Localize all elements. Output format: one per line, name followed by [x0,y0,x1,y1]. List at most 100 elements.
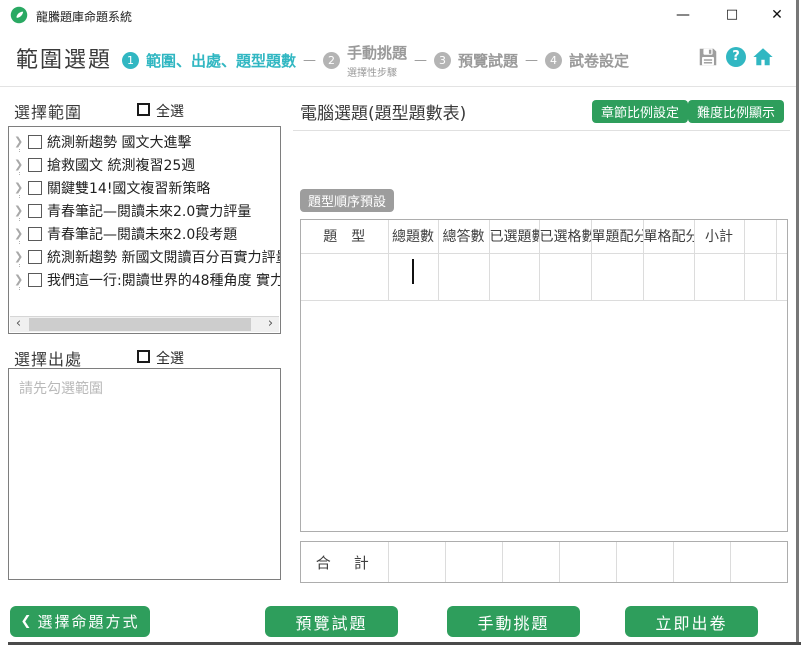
back-to-method-button[interactable]: ❮ 選擇命題方式 [10,606,150,637]
app-logo-icon [10,6,28,24]
range-item-checkbox[interactable] [28,181,42,195]
step-1-label: 範圍、出處、題型題數 [146,50,296,71]
generate-exam-button[interactable]: 立即出卷 [625,606,758,637]
table-header-row: 題 型 總題數 總答數 已選題數 已選格數 單題配分 單格配分 小計 [301,220,787,253]
range-item-checkbox[interactable] [28,204,42,218]
expand-chevron-icon[interactable]: ❯ [14,245,27,268]
step-3-circle: 3 [434,52,451,69]
range-tree-item[interactable]: ❯ 搶救國文 統測複習25週 [9,153,280,176]
difficulty-ratio-button[interactable]: 難度比例顯示 [688,100,784,123]
range-select-all-checkbox[interactable] [137,103,150,116]
header-divider [0,86,796,87]
total-cell [559,542,616,582]
total-row: 合 計 [301,542,787,582]
expand-chevron-icon[interactable]: ❯ [14,176,27,199]
range-tree-item[interactable]: ❯ 青春筆記—閱讀未來2.0實力評量 [9,199,280,222]
range-select-all-label: 全選 [156,101,184,121]
range-panel-title: 選擇範圍 [14,99,82,123]
col-header-subtotal: 小計 [694,220,744,253]
source-select-all-checkbox[interactable] [137,350,150,363]
total-cell [730,542,787,582]
range-tree-item[interactable]: ❯ 青春筆記—閱讀未來2.0段考題 [9,222,280,245]
minimize-button[interactable]: — [672,6,694,24]
expand-chevron-icon[interactable]: ❯ [14,153,27,176]
cell-type[interactable] [301,253,388,300]
expand-chevron-icon[interactable]: ❯ [14,130,27,153]
cell-points-per-cell[interactable] [643,253,694,300]
expand-chevron-icon[interactable]: ❯ [14,222,27,245]
question-type-table: 題 型 總題數 總答數 已選題數 已選格數 單題配分 單格配分 小計 [300,219,788,532]
back-chevron-icon: ❮ [21,614,32,629]
cell-points-per-question[interactable] [591,253,643,300]
table-data-row [301,253,787,300]
step-2-circle: 2 [323,52,340,69]
range-item-checkbox[interactable] [28,135,42,149]
range-tree: ❯ 統測新趨勢 國文大進擊 ❯ 搶救國文 統測複習25週 ❯ 關鍵雙14!國文複… [8,126,281,334]
main-panel-divider [293,130,790,131]
range-item-checkbox[interactable] [28,158,42,172]
question-order-badge[interactable]: 題型順序預設 [300,189,394,212]
range-item-checkbox[interactable] [28,250,42,264]
cell-empty [744,253,776,300]
range-item-label: 青春筆記—閱讀未來2.0實力評量 [47,201,251,221]
page-title: 範圍選題 [16,42,112,74]
col-header-total-answers: 總答數 [438,220,489,253]
col-header-selected-questions: 已選題數 [489,220,539,253]
expand-chevron-icon[interactable]: ❯ [14,199,27,222]
scroll-left-icon[interactable]: ‹ [10,317,27,332]
save-icon[interactable] [697,46,719,68]
total-cell [445,542,502,582]
back-to-method-label: 選擇命題方式 [37,611,139,632]
col-header-selected-cells: 已選格數 [539,220,591,253]
range-item-label: 關鍵雙14!國文複習新策略 [47,178,210,198]
range-item-label: 統測新趨勢 國文大進擊 [47,132,191,152]
cell-subtotal[interactable] [694,253,744,300]
expand-chevron-icon[interactable]: ❯ [14,268,27,291]
window-title: 龍騰題庫命題系統 [36,8,132,25]
col-header-type: 題 型 [301,220,388,253]
cell-empty [776,253,787,300]
manual-pick-button[interactable]: 手動挑題 [447,606,580,637]
total-label: 合 計 [301,542,388,582]
range-item-checkbox[interactable] [28,227,42,241]
close-button[interactable]: ✕ [766,6,788,24]
step-3-label: 預覽試題 [458,50,518,71]
help-icon[interactable]: ? [726,47,746,67]
preview-questions-button[interactable]: 預覽試題 [265,606,398,637]
total-row-table: 合 計 [300,541,788,583]
step-2-label: 手動挑題 [347,42,407,63]
titlebar: 龍騰題庫命題系統 — □ ✕ [0,0,796,30]
main-panel-title: 電腦選題(題型題數表) [300,99,466,124]
step-2-subtitle: 選擇性步驟 [347,64,397,79]
scroll-right-icon[interactable]: › [262,317,279,332]
chapter-ratio-button[interactable]: 章節比例設定 [592,100,688,123]
range-item-label: 搶救國文 統測複習25週 [47,155,195,175]
scrollbar-thumb[interactable] [29,318,251,331]
home-icon[interactable] [752,46,774,68]
source-select-all-label: 全選 [156,348,184,368]
range-item-checkbox[interactable] [28,273,42,287]
source-list: 請先勾選範圍 [8,368,281,580]
maximize-button[interactable]: □ [721,6,743,24]
step-1-circle: 1 [122,52,139,69]
horizontal-scrollbar[interactable]: ‹ › [10,316,279,332]
range-item-label: 我們這一行:閱讀世界的48種角度 實力評 [47,270,280,290]
step-4-circle: 4 [545,52,562,69]
total-cell [616,542,673,582]
range-tree-item[interactable]: ❯ 我們這一行:閱讀世界的48種角度 實力評 [9,268,280,291]
total-cell [502,542,559,582]
cell-selected-questions[interactable] [489,253,539,300]
col-header-points-per-cell: 單格配分 [643,220,694,253]
source-panel-title: 選擇出處 [14,346,82,370]
col-header-total-questions: 總題數 [388,220,438,253]
range-tree-item[interactable]: ❯ 統測新趨勢 國文大進擊 [9,130,280,153]
range-tree-item[interactable]: ❯ 統測新趨勢 新國文閱讀百分百實力評量 [9,245,280,268]
text-cursor [412,259,414,284]
window-right-edge [796,0,799,644]
window-bottom-edge [8,642,801,645]
range-tree-item[interactable]: ❯ 關鍵雙14!國文複習新策略 [9,176,280,199]
cell-selected-cells[interactable] [539,253,591,300]
total-cell [388,542,445,582]
cell-total-answers[interactable] [438,253,489,300]
source-placeholder: 請先勾選範圍 [19,378,103,398]
